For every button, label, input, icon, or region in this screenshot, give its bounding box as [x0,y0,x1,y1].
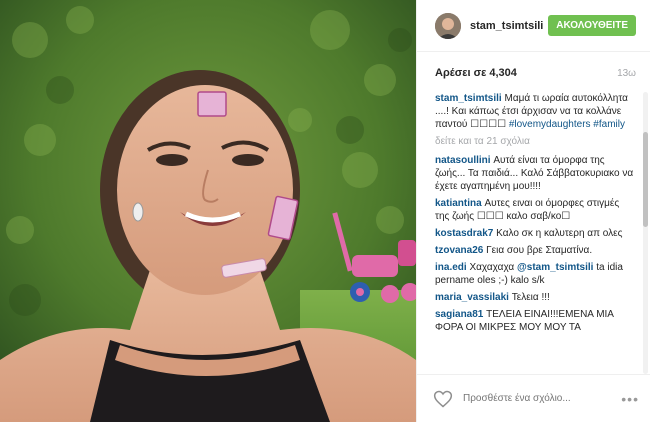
selfie-image [0,0,416,422]
comment-username[interactable]: natasoullini [435,155,491,166]
comment-username[interactable]: maria_vassilaki [435,292,509,303]
list-item: ina.edi Χαχαχαχα @stam_tsimtsili ta idia… [435,261,635,287]
comment-username[interactable]: sagiana81 [435,309,483,320]
post-sidebar: stam_tsimtsili ΑΚΟΛΟΥΘΕΙΤΕ Αρέσει σε 4,3… [416,0,650,422]
comment-username[interactable]: katiantina [435,198,482,209]
comment-username[interactable]: kostasdrak7 [435,228,493,239]
list-item: katiantina Αυτες ειναι οι όμορφες στιγμέ… [435,197,635,223]
comment-text: Τελεια !!! [511,292,550,303]
follow-button[interactable]: ΑΚΟΛΟΥΘΕΙΤΕ [548,15,636,36]
view-all-comments-link[interactable]: δείτε και τα 21 σχόλια [435,135,635,148]
list-item: maria_vassilaki Τελεια !!! [435,291,635,304]
avatar[interactable] [435,12,461,39]
comment-mention[interactable]: @stam_tsimtsili [517,262,593,273]
scrollbar-thumb[interactable] [643,132,648,227]
post-photo[interactable] [0,0,416,422]
list-item: natasoullini Αυτά είναι τα όμορφα της ζω… [435,154,635,193]
list-item: sagiana81 ΤΕΛΕΙΑ ΕΙΝΑΙ!!!ΕΜΕΝΑ ΜΙΑ ΦΟΡΑ … [435,308,635,334]
comment-text: Γεια σου βρε Σταματίνα. [486,245,593,256]
post-time[interactable]: 13ω [617,68,636,79]
comment-username[interactable]: tzovana26 [435,245,483,256]
comment-input[interactable] [463,393,622,404]
list-item: tzovana26 Γεια σου βρε Σταματίνα. [435,244,635,257]
comment-text: Καλο σκ η καλυτερη απ ολες [496,228,623,239]
instagram-post-view: stam_tsimtsili ΑΚΟΛΟΥΘΕΙΤΕ Αρέσει σε 4,3… [0,0,650,422]
comments-list: stam_tsimtsili Μαμά τι ωραία αυτοκόλλητα… [435,92,635,374]
comments-scrollbar[interactable] [643,92,648,374]
likes-count[interactable]: Αρέσει σε 4,304 [435,67,517,79]
likes-row: Αρέσει σε 4,304 13ω [417,52,650,94]
more-options-icon[interactable]: ••• [621,391,639,407]
heart-icon[interactable] [433,389,453,409]
list-item: kostasdrak7 Καλο σκ η καλυτερη απ ολες [435,227,635,240]
caption: stam_tsimtsili Μαμά τι ωραία αυτοκόλλητα… [435,92,635,131]
header-username[interactable]: stam_tsimtsili [470,20,548,32]
caption-emoji: ☐☐☐☐ [470,119,507,130]
caption-hashtags[interactable]: #lovemydaughters #family [509,119,625,130]
caption-username[interactable]: stam_tsimtsili [435,93,502,104]
comment-text: Χαχαχαχα [469,262,515,273]
post-footer: ••• [417,374,650,422]
avatar-image [435,12,461,39]
comment-username[interactable]: ina.edi [435,262,467,273]
post-header: stam_tsimtsili ΑΚΟΛΟΥΘΕΙΤΕ [417,0,650,52]
